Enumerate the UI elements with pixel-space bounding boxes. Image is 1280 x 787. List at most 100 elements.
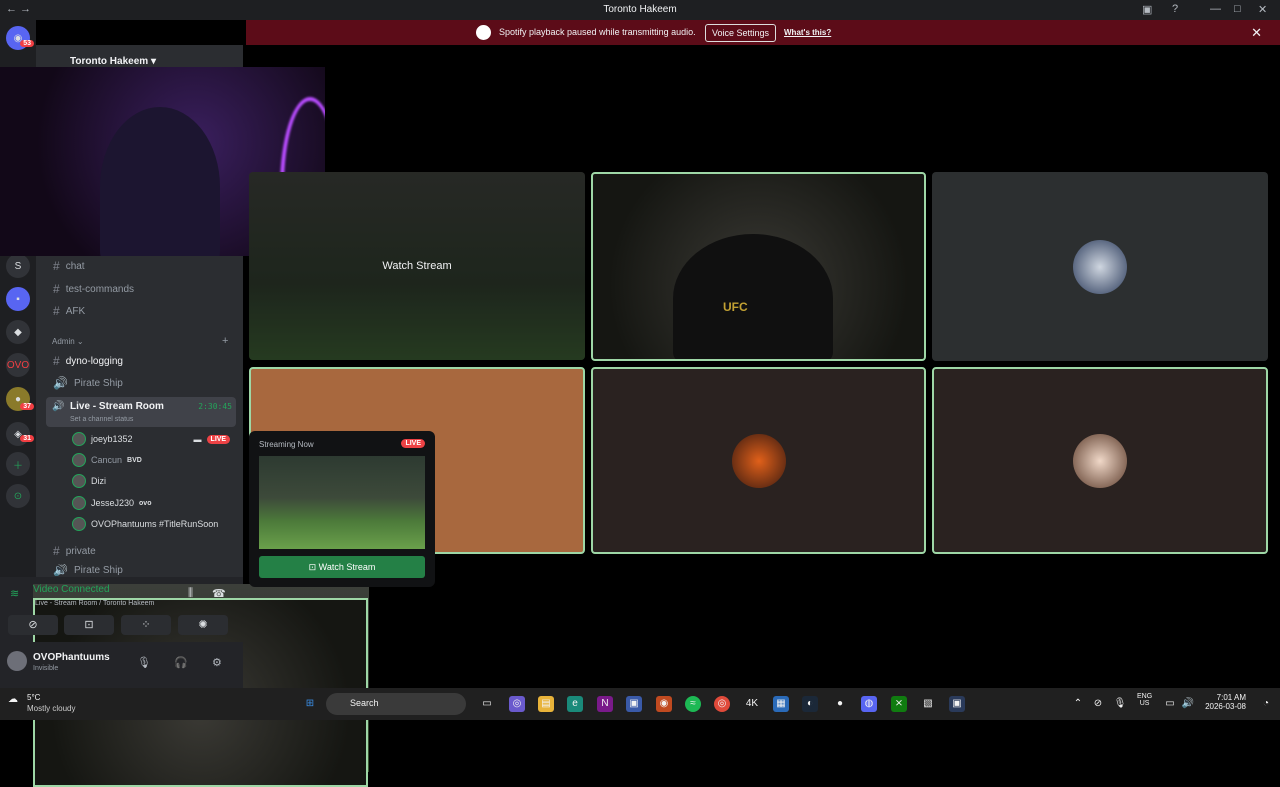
microphone-icon[interactable]: 🎙 <box>137 656 151 669</box>
speaker-icon: 🔊 <box>52 401 65 412</box>
channel-status[interactable]: Set a channel status <box>70 416 133 423</box>
app-icon[interactable]: 4K <box>744 696 760 712</box>
search-input[interactable]: Search <box>326 693 466 715</box>
user-status: Invisible <box>33 665 59 672</box>
watch-stream-label[interactable]: Watch Stream <box>249 260 585 272</box>
channel-chat[interactable]: # chat <box>53 256 85 276</box>
channel-dyno-logging[interactable]: # dyno-logging <box>53 351 123 371</box>
server-name-label: Toronto Hakeem <box>70 56 149 67</box>
gear-icon[interactable]: ⚙ <box>212 656 222 669</box>
channel-test-commands[interactable]: # test-commands <box>53 279 134 299</box>
chrome-icon[interactable]: ◎ <box>714 696 730 712</box>
voice-user[interactable]: Dizi <box>72 471 106 491</box>
voice-user[interactable]: joeyb1352 ▬ LIVE <box>72 429 231 449</box>
server-icon[interactable]: ◈ <box>6 422 30 446</box>
ovo-server-icon[interactable]: OVO <box>6 353 30 377</box>
app-icon[interactable]: ◉ <box>656 696 672 712</box>
language-indicator[interactable]: ENG US <box>1137 693 1152 707</box>
app-icon[interactable]: ▧ <box>920 696 936 712</box>
network-icon[interactable]: ⊘ <box>1090 696 1106 712</box>
spotify-taskbar-icon[interactable]: ≈ <box>685 696 701 712</box>
video-tile[interactable] <box>591 367 926 554</box>
add-server-icon[interactable]: ＋ <box>6 452 30 476</box>
category-admin[interactable]: Admin ⌄ <box>52 337 84 346</box>
watch-stream-button[interactable]: ⊡ Watch Stream <box>259 556 425 578</box>
help-icon[interactable]: ? <box>1172 3 1178 15</box>
noise-suppression-icon[interactable]: ⫼ <box>188 587 193 600</box>
close-window-icon[interactable]: ✕ <box>1258 3 1267 16</box>
voice-user[interactable]: JesseJ230 ovo <box>72 493 151 513</box>
tray-overflow-icon[interactable]: ⌃ <box>1070 696 1086 712</box>
discover-icon[interactable]: ⊙ <box>6 484 30 508</box>
clock[interactable]: 7:01 AM 2026-03-08 <box>1196 693 1246 711</box>
whats-this-link[interactable]: What's this? <box>784 28 831 37</box>
app-icon[interactable]: ▣ <box>949 696 965 712</box>
stream-thumbnail[interactable] <box>259 456 425 549</box>
camera-person <box>100 107 220 256</box>
display-icon[interactable]: ▭ <box>1162 696 1178 712</box>
file-explorer-icon[interactable]: ▤ <box>538 696 554 712</box>
channel-pirate-ship[interactable]: 🔊 Pirate Ship <box>53 373 123 393</box>
channel-live-stream-room[interactable]: 🔊 Live - Stream Room Set a channel statu… <box>46 397 236 427</box>
app-icon[interactable]: N <box>597 696 613 712</box>
notifications-icon[interactable]: ◔ <box>1258 696 1274 712</box>
folder-icon[interactable]: ▪ <box>6 287 30 311</box>
inbox-icon[interactable]: ▣ <box>1142 3 1152 16</box>
voice-settings-button[interactable]: Voice Settings <box>705 24 777 42</box>
camera-icon: ▬ <box>193 434 202 444</box>
participant-video <box>673 234 833 359</box>
signal-icon[interactable]: ≋ <box>10 587 19 600</box>
copilot-icon[interactable]: ◎ <box>509 696 525 712</box>
channel-private[interactable]: # private <box>53 541 96 561</box>
live-badge: LIVE <box>401 439 425 448</box>
steam-icon[interactable]: ◐ <box>802 696 818 712</box>
soundboard-button[interactable]: ✺ <box>178 615 228 635</box>
banner-message: Spotify playback paused while transmitti… <box>499 27 696 37</box>
task-view-icon[interactable]: ▭ <box>479 696 495 712</box>
edge-icon[interactable]: e <box>567 696 583 712</box>
user-name[interactable]: OVOPhantuums <box>33 652 110 663</box>
add-channel-icon[interactable]: + <box>222 335 228 347</box>
server-icon[interactable]: ◆ <box>6 320 30 344</box>
avatar[interactable] <box>7 651 27 671</box>
temperature[interactable]: 5°C <box>27 693 40 702</box>
region-label: US <box>1139 700 1150 707</box>
app-icon[interactable]: ▦ <box>773 696 789 712</box>
start-icon[interactable]: ⊞ <box>302 696 318 712</box>
microphone-tray-icon[interactable]: 🎙 <box>1112 696 1128 712</box>
hash-icon: # <box>53 259 60 273</box>
camera-off-button[interactable]: ⊘ <box>8 615 58 635</box>
user-name: Cancun <box>91 455 123 465</box>
stream-tile-joeyb1352[interactable]: Watch Stream <box>249 172 585 360</box>
app-icon[interactable]: ● <box>832 696 848 712</box>
app-icon[interactable]: ▣ <box>626 696 642 712</box>
call-timer: 2:30:45 <box>198 402 232 411</box>
volume-icon[interactable]: 🔊 <box>1180 696 1196 712</box>
taskbar: ☁ 5°C Mostly cloudy ⊞ Search ▭ ◎ ▤ e N ▣… <box>0 688 1280 720</box>
voice-user[interactable]: OVOPhantuums #TitleRunSoon <box>72 514 218 534</box>
video-tile[interactable]: UFC <box>591 172 926 361</box>
voice-user[interactable]: Cancun BVD <box>72 450 142 470</box>
time: 7:01 AM <box>1216 693 1246 702</box>
channel-afk[interactable]: # AFK <box>53 301 85 321</box>
activities-button[interactable]: ⁘ <box>121 615 171 635</box>
dismiss-icon[interactable]: ✕ <box>1251 25 1262 41</box>
weather-icon[interactable]: ☁ <box>8 694 18 705</box>
channel-pirate-ship-2[interactable]: 🔊 Pirate Ship <box>53 564 123 576</box>
channel-label: Live - Stream Room <box>70 401 164 412</box>
search-label: Search <box>350 698 379 708</box>
weather-text[interactable]: Mostly cloudy <box>27 704 75 713</box>
maximize-icon[interactable]: □ <box>1234 3 1241 15</box>
avatar <box>72 517 86 531</box>
spotify-icon <box>476 25 491 40</box>
live-badge[interactable]: LIVE <box>206 434 231 444</box>
discord-icon[interactable]: ◍ <box>861 696 877 712</box>
server-icon[interactable]: S <box>6 254 30 278</box>
minimize-icon[interactable]: — <box>1210 3 1221 15</box>
screen-share-button[interactable]: ⊡ <box>64 615 114 635</box>
disconnect-icon[interactable]: ☎ <box>212 587 226 600</box>
xbox-icon[interactable]: ⨯ <box>891 696 907 712</box>
video-tile[interactable] <box>932 367 1268 554</box>
video-tile[interactable] <box>932 172 1268 361</box>
headphones-icon[interactable]: 🎧 <box>174 656 188 669</box>
